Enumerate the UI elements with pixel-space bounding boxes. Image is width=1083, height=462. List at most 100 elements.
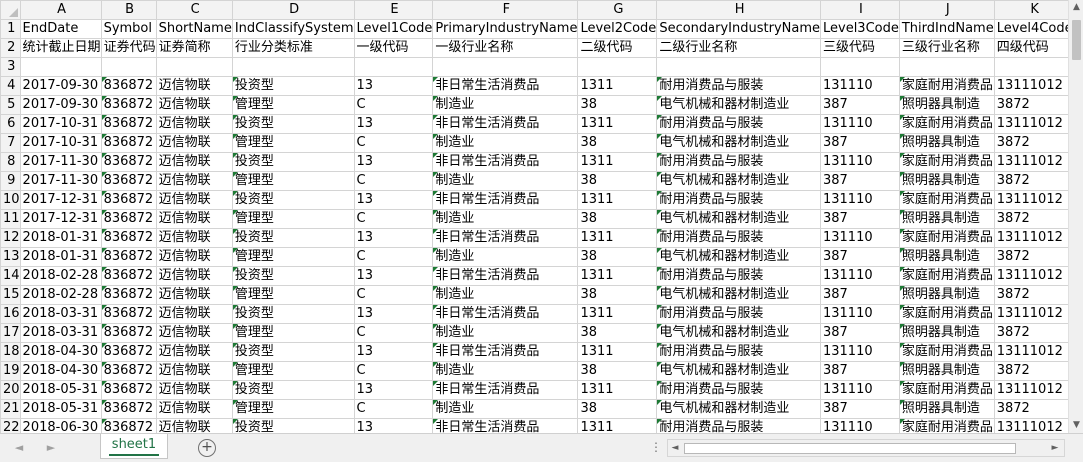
cell[interactable]: 家庭耐用消费品 bbox=[898, 380, 995, 400]
cell[interactable]: 迈信物联 bbox=[155, 380, 233, 400]
cell[interactable]: 家庭耐用消费品 bbox=[898, 190, 995, 210]
cell[interactable]: 照明器具制造 bbox=[898, 95, 995, 115]
horizontal-scrollbar[interactable]: ◄ ► bbox=[667, 439, 1065, 457]
cell[interactable]: 13 bbox=[353, 76, 434, 96]
cell[interactable]: 387 bbox=[819, 323, 900, 343]
cell[interactable]: 38 bbox=[577, 133, 658, 153]
row-header[interactable]: 9 bbox=[0, 171, 21, 191]
cell[interactable]: 投资型 bbox=[231, 342, 355, 362]
cell[interactable]: 迈信物联 bbox=[155, 418, 233, 433]
cell[interactable]: 3872 bbox=[993, 95, 1068, 115]
cell[interactable] bbox=[353, 57, 434, 77]
cell[interactable]: 2018-01-31 bbox=[19, 228, 102, 248]
scroll-down-arrow-icon[interactable]: ▼ bbox=[1069, 418, 1083, 433]
cell[interactable]: 电气机械和器材制造业 bbox=[656, 171, 821, 191]
cell[interactable]: 2018-02-28 bbox=[19, 285, 102, 305]
cell[interactable]: 2018-02-28 bbox=[19, 266, 102, 286]
cell[interactable]: 耐用消费品与服装 bbox=[656, 418, 821, 433]
cell[interactable]: 1311 bbox=[577, 152, 658, 172]
cell[interactable]: 836872 bbox=[100, 133, 157, 153]
row-header[interactable]: 19 bbox=[0, 361, 21, 381]
cell[interactable]: 13 bbox=[353, 418, 434, 433]
cell[interactable]: 836872 bbox=[100, 266, 157, 286]
cell[interactable]: 管理型 bbox=[231, 285, 355, 305]
cell[interactable]: 2018-01-31 bbox=[19, 247, 102, 267]
cell[interactable]: 1311 bbox=[577, 380, 658, 400]
cell[interactable]: 1311 bbox=[577, 418, 658, 433]
cell[interactable]: 1311 bbox=[577, 228, 658, 248]
vertical-scrollbar[interactable]: ▲ ▼ bbox=[1068, 0, 1083, 433]
cell[interactable]: Level2Code bbox=[577, 19, 658, 39]
column-header-c[interactable]: C bbox=[155, 0, 233, 20]
cell[interactable]: 家庭耐用消费品 bbox=[898, 342, 995, 362]
cell[interactable]: 管理型 bbox=[231, 209, 355, 229]
cell[interactable]: 38 bbox=[577, 209, 658, 229]
row-header[interactable]: 15 bbox=[0, 285, 21, 305]
cell[interactable]: 制造业 bbox=[432, 209, 579, 229]
cell[interactable]: 13111012 bbox=[993, 304, 1068, 324]
cell[interactable]: 836872 bbox=[100, 171, 157, 191]
cell[interactable]: 统计截止日期 bbox=[19, 38, 102, 58]
cell[interactable]: 1311 bbox=[577, 342, 658, 362]
cell[interactable]: 38 bbox=[577, 399, 658, 419]
cell[interactable]: 131110 bbox=[819, 76, 900, 96]
cell[interactable]: 836872 bbox=[100, 418, 157, 433]
cell[interactable]: 二级代码 bbox=[577, 38, 658, 58]
cell[interactable]: 迈信物联 bbox=[155, 304, 233, 324]
cell[interactable]: Level4Code bbox=[993, 19, 1068, 39]
cell[interactable]: 131110 bbox=[819, 380, 900, 400]
cell[interactable]: 制造业 bbox=[432, 361, 579, 381]
cell[interactable]: 投资型 bbox=[231, 152, 355, 172]
cell[interactable]: 131110 bbox=[819, 304, 900, 324]
row-header[interactable]: 18 bbox=[0, 342, 21, 362]
cell[interactable]: 13111012 bbox=[993, 418, 1068, 433]
cell[interactable]: 照明器具制造 bbox=[898, 247, 995, 267]
cell[interactable]: 13 bbox=[353, 190, 434, 210]
cell[interactable]: 电气机械和器材制造业 bbox=[656, 247, 821, 267]
cell[interactable]: 管理型 bbox=[231, 247, 355, 267]
cell[interactable]: 131110 bbox=[819, 228, 900, 248]
cell[interactable]: 四级代码 bbox=[993, 38, 1068, 58]
cell[interactable]: Level3Code bbox=[819, 19, 900, 39]
cell[interactable]: 照明器具制造 bbox=[898, 361, 995, 381]
column-header-b[interactable]: B bbox=[100, 0, 157, 20]
cell[interactable]: 非日常生活消费品 bbox=[432, 76, 579, 96]
cell[interactable]: C bbox=[353, 133, 434, 153]
cell[interactable]: 照明器具制造 bbox=[898, 285, 995, 305]
column-header-i[interactable]: I bbox=[819, 0, 900, 20]
cell[interactable]: 制造业 bbox=[432, 247, 579, 267]
cell[interactable]: 3872 bbox=[993, 399, 1068, 419]
row-header[interactable]: 17 bbox=[0, 323, 21, 343]
cell[interactable] bbox=[19, 57, 102, 77]
cell[interactable]: 管理型 bbox=[231, 171, 355, 191]
cell[interactable]: 1311 bbox=[577, 76, 658, 96]
row-header[interactable]: 7 bbox=[0, 133, 21, 153]
cell[interactable]: 制造业 bbox=[432, 323, 579, 343]
cell[interactable] bbox=[155, 57, 233, 77]
add-sheet-plus-icon[interactable]: + bbox=[198, 439, 216, 457]
cell[interactable]: 迈信物联 bbox=[155, 266, 233, 286]
scroll-right-arrow-icon[interactable]: ► bbox=[1048, 440, 1062, 456]
cell[interactable]: 836872 bbox=[100, 361, 157, 381]
cell[interactable]: 13 bbox=[353, 342, 434, 362]
cell[interactable]: 管理型 bbox=[231, 323, 355, 343]
cell[interactable]: 照明器具制造 bbox=[898, 171, 995, 191]
cell[interactable]: 2017-09-30 bbox=[19, 95, 102, 115]
cell[interactable]: 迈信物联 bbox=[155, 76, 233, 96]
cell[interactable]: 3872 bbox=[993, 247, 1068, 267]
cell[interactable]: 非日常生活消费品 bbox=[432, 304, 579, 324]
row-header[interactable]: 5 bbox=[0, 95, 21, 115]
cell[interactable]: 13111012 bbox=[993, 76, 1068, 96]
cell[interactable]: 1311 bbox=[577, 266, 658, 286]
cell[interactable]: 制造业 bbox=[432, 285, 579, 305]
cell[interactable]: 耐用消费品与服装 bbox=[656, 342, 821, 362]
cell[interactable]: 迈信物联 bbox=[155, 247, 233, 267]
cell[interactable] bbox=[100, 57, 157, 77]
cell[interactable]: 387 bbox=[819, 247, 900, 267]
vertical-scroll-thumb[interactable] bbox=[1072, 20, 1081, 60]
cell[interactable]: 迈信物联 bbox=[155, 133, 233, 153]
cell[interactable]: 家庭耐用消费品 bbox=[898, 152, 995, 172]
cell[interactable]: 2017-11-30 bbox=[19, 171, 102, 191]
cell[interactable]: 13111012 bbox=[993, 266, 1068, 286]
cell[interactable]: 836872 bbox=[100, 285, 157, 305]
